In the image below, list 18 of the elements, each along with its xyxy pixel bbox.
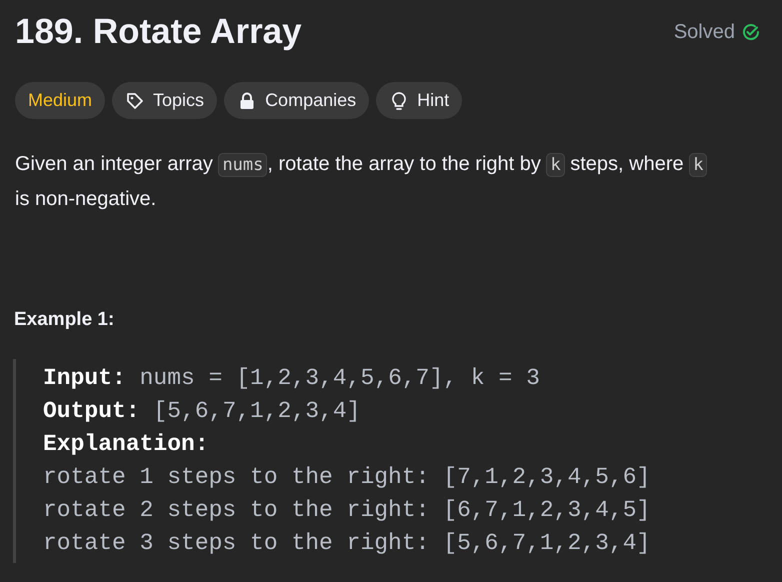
- example-line: rotate 2 steps to the right: [6,7,1,2,3,4,5]: [43, 496, 652, 525]
- companies-button[interactable]: Companies: [224, 82, 370, 119]
- example-line: rotate 3 steps to the right: [5,6,7,1,2,3,4]: [43, 529, 652, 558]
- example-heading: Example 1:: [14, 309, 116, 331]
- difficulty-tag[interactable]: Medium: [15, 82, 106, 119]
- problem-title: 189. Rotate Array: [15, 11, 302, 53]
- hint-button[interactable]: Hint: [376, 82, 462, 119]
- inline-code: k: [546, 153, 565, 177]
- topics-button[interactable]: Topics: [112, 82, 218, 119]
- problem-description: Given an integer array nums , rotate the array to the right by k steps, where k is non-negative.: [15, 147, 715, 216]
- example-line: Output: [5,6,7,1,2,3,4]: [43, 397, 362, 426]
- inline-code: k: [689, 153, 708, 177]
- example-line: Explanation:: [43, 430, 210, 459]
- example-line: Input: nums = [1,2,3,4,5,6,7], k = 3: [43, 364, 541, 393]
- tag-icon: [125, 90, 146, 110]
- solved-label: Solved: [674, 20, 735, 44]
- inline-code: nums: [218, 153, 268, 177]
- example-line: rotate 1 steps to the right: [7,1,2,3,4,5,6]: [43, 463, 652, 492]
